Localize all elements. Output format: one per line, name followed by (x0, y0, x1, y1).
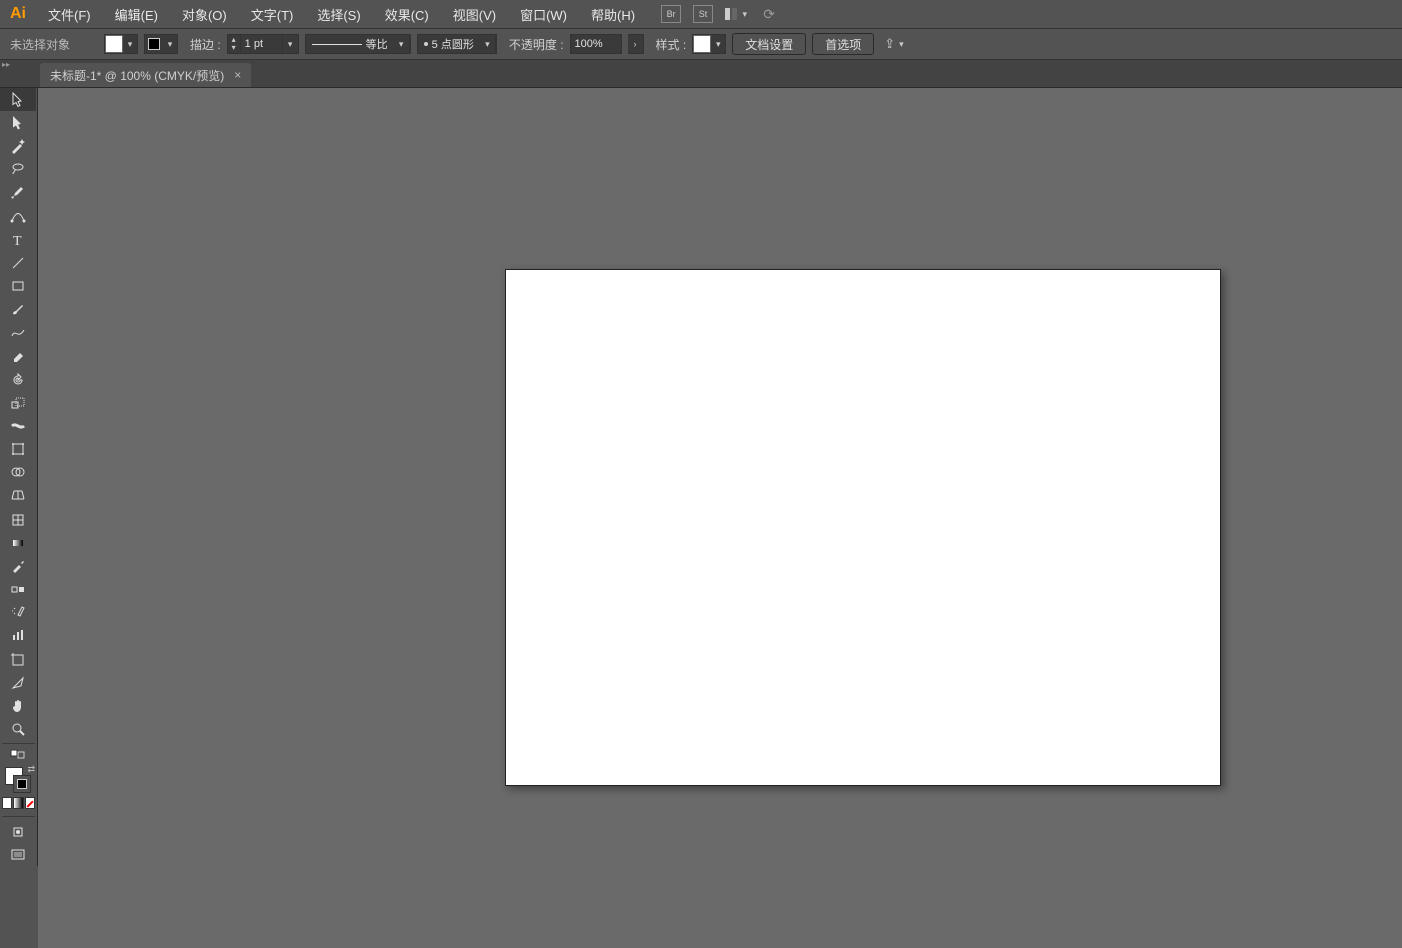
shaper-tool[interactable] (0, 320, 36, 343)
draw-mode-normal-icon[interactable] (0, 820, 36, 843)
fill-stroke-toggle-icon[interactable] (0, 747, 36, 761)
line-segment-tool[interactable] (0, 251, 36, 274)
selection-tool[interactable] (0, 88, 36, 111)
arrange-documents-icon[interactable]: ▾ (725, 7, 747, 21)
separator (2, 816, 35, 817)
stroke-label: 描边 : (190, 36, 221, 53)
opacity-input[interactable] (570, 34, 622, 54)
document-tab[interactable]: 未标题-1* @ 100% (CMYK/预览) × (40, 63, 251, 87)
chevron-down-icon[interactable]: ▾ (283, 34, 299, 54)
magic-wand-tool[interactable] (0, 134, 36, 157)
zoom-tool[interactable] (0, 717, 36, 740)
menu-view[interactable]: 视图(V) (441, 0, 508, 28)
menu-object[interactable]: 对象(O) (170, 0, 239, 28)
brush-dot-icon (424, 42, 428, 46)
menu-right-icons: Br St ▾ ⟳ (661, 5, 779, 23)
style-label: 样式 : (656, 36, 687, 53)
menu-bar: Ai 文件(F) 编辑(E) 对象(O) 文字(T) 选择(S) 效果(C) 视… (0, 0, 1402, 28)
fill-color-swatch[interactable]: ▾ (104, 34, 138, 54)
stroke-weight-input[interactable] (241, 34, 283, 54)
paintbrush-tool[interactable] (0, 297, 36, 320)
bridge-icon[interactable]: Br (661, 5, 681, 23)
swap-fill-stroke-icon[interactable]: ⇄ (27, 764, 35, 775)
menu-file[interactable]: 文件(F) (36, 0, 103, 28)
menu-select[interactable]: 选择(S) (305, 0, 372, 28)
style-swatch-icon (693, 35, 711, 53)
menu-window[interactable]: 窗口(W) (508, 0, 579, 28)
menu-type[interactable]: 文字(T) (239, 0, 306, 28)
menu-effect[interactable]: 效果(C) (373, 0, 441, 28)
chevron-down-icon: ▾ (711, 35, 725, 53)
perspective-grid-tool[interactable] (0, 483, 36, 506)
lasso-tool[interactable] (0, 157, 36, 180)
artboard-tool[interactable] (0, 648, 36, 671)
artboard[interactable] (505, 269, 1221, 786)
document-tab-title: 未标题-1* @ 100% (CMYK/预览) (50, 67, 224, 84)
menu-edit[interactable]: 编辑(E) (103, 0, 170, 28)
control-bar: 未选择对象 ▾ ▾ 描边 : ▴▾ ▾ 等比 ▾ 5 点圆形 ▾ 不透明度 : … (0, 28, 1402, 60)
fill-stroke-swatches[interactable]: ⇄ (0, 763, 37, 795)
eraser-tool[interactable] (0, 343, 36, 366)
free-transform-tool[interactable] (0, 437, 36, 460)
svg-text:T: T (13, 234, 22, 248)
preferences-button[interactable]: 首选项 (812, 33, 874, 55)
rectangle-tool[interactable] (0, 274, 36, 297)
hand-tool[interactable] (0, 694, 36, 717)
chevron-down-icon: ▾ (480, 34, 496, 54)
color-solid-icon[interactable] (2, 797, 12, 809)
opacity-label: 不透明度 : (509, 36, 564, 53)
opacity-expand-icon[interactable]: › (628, 34, 644, 54)
document-tab-strip: 未标题-1* @ 100% (CMYK/预览) × (0, 60, 1402, 88)
gradient-tool[interactable] (0, 531, 36, 554)
column-graph-tool[interactable] (0, 623, 36, 646)
rotate-tool[interactable] (0, 368, 36, 391)
chevron-down-icon: ▾ (163, 35, 177, 53)
menu-help[interactable]: 帮助(H) (579, 0, 647, 28)
color-none-icon[interactable] (25, 797, 35, 809)
variable-width-profile[interactable]: 等比 ▾ (305, 34, 411, 54)
curvature-tool[interactable] (0, 205, 36, 228)
color-gradient-icon[interactable] (13, 797, 23, 809)
symbol-sprayer-tool[interactable] (0, 600, 36, 623)
screen-mode-icon[interactable] (0, 843, 36, 866)
stepper-arrows-icon[interactable]: ▴▾ (227, 34, 241, 54)
blend-tool[interactable] (0, 577, 36, 600)
canvas-area[interactable] (38, 88, 1402, 948)
stroke-color-swatch[interactable]: ▾ (144, 34, 178, 54)
direct-selection-tool[interactable] (0, 111, 36, 134)
scale-tool[interactable] (0, 391, 36, 414)
eyedropper-tool[interactable] (0, 554, 36, 577)
stroke-color-icon[interactable] (13, 775, 31, 793)
brush-label: 5 点圆形 (432, 36, 474, 52)
close-icon[interactable]: × (234, 68, 241, 82)
document-setup-button[interactable]: 文档设置 (732, 33, 806, 55)
width-tool[interactable] (0, 414, 36, 437)
sync-settings-icon[interactable]: ⟳ (759, 6, 779, 22)
stroke-weight-stepper[interactable]: ▴▾ ▾ (227, 34, 299, 54)
shape-builder-tool[interactable] (0, 460, 36, 483)
brush-definition[interactable]: 5 点圆形 ▾ (417, 34, 497, 54)
fill-swatch-icon (105, 35, 123, 53)
type-tool[interactable]: T (0, 228, 36, 251)
stroke-swatch-icon (145, 35, 163, 53)
stock-icon[interactable]: St (693, 5, 713, 23)
pen-tool[interactable] (0, 182, 36, 205)
mesh-tool[interactable] (0, 508, 36, 531)
variable-width-label: 等比 (366, 36, 388, 52)
graphic-style-swatch[interactable]: ▾ (692, 34, 726, 54)
color-mode-row (0, 797, 37, 813)
tools-panel: T ⇄ (0, 88, 38, 866)
align-panel-icon[interactable]: ⇪ ▾ (884, 36, 903, 52)
stroke-profile-preview-icon (312, 44, 362, 45)
slice-tool[interactable] (0, 671, 36, 694)
chevron-down-icon: ▾ (123, 35, 137, 53)
app-logo: Ai (0, 0, 36, 28)
separator (2, 743, 35, 744)
panel-collapse-handle[interactable]: ▸▸ (0, 60, 40, 68)
selection-status: 未选择对象 (8, 36, 98, 53)
chevron-down-icon: ▾ (394, 34, 410, 54)
